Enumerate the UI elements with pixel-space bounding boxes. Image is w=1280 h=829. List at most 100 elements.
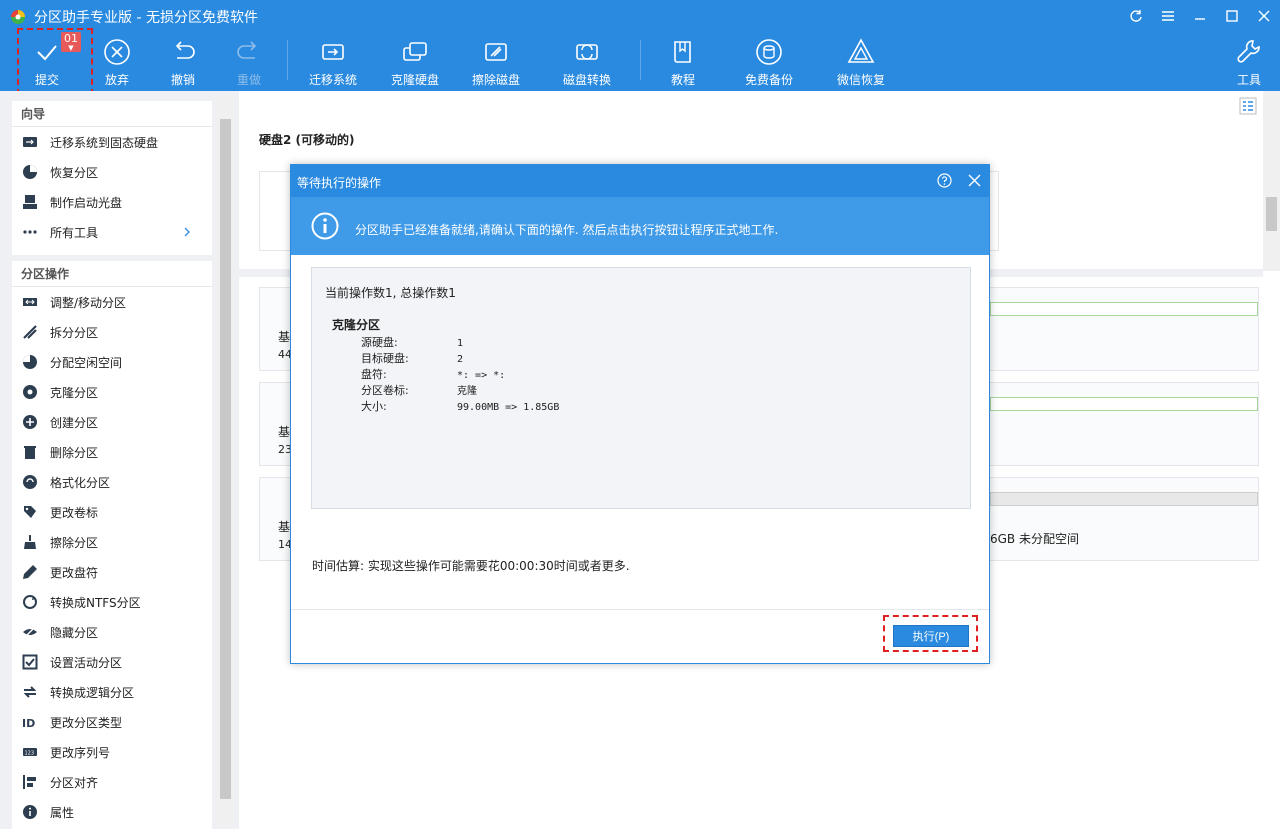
- redo-button[interactable]: 重做: [232, 32, 266, 91]
- unallocated-bar[interactable]: [990, 492, 1258, 506]
- sidebar-item-wipe-partition[interactable]: 擦除分区: [12, 527, 212, 557]
- sidebar-item-create-partition[interactable]: 创建分区: [12, 407, 212, 437]
- sidebar-item-delete-partition[interactable]: 删除分区: [12, 437, 212, 467]
- time-estimate: 时间估算: 实现这些操作可能需要花00:00:30时间或者更多.: [312, 559, 630, 573]
- unallocated-label: 6GB 未分配空间: [990, 532, 1079, 546]
- migrate-os-icon: [322, 44, 344, 60]
- delete-partition-icon: [24, 446, 36, 459]
- sidebar-item-align[interactable]: 分区对齐: [12, 767, 212, 797]
- sidebar-item-resize[interactable]: 调整/移动分区: [12, 287, 212, 317]
- migrate-ssd-icon: [23, 137, 37, 147]
- bootable-media-icon: [23, 195, 37, 209]
- minimize-button[interactable]: [1184, 0, 1216, 32]
- wipe-partition-icon: [24, 535, 36, 549]
- hide-icon: [23, 625, 37, 639]
- migrate-os-button[interactable]: 迁移系统: [306, 32, 360, 91]
- wipe-disk-icon: [485, 43, 507, 61]
- sidebar-item-serial-number[interactable]: 123 更改序列号: [12, 737, 212, 767]
- main-scrollbar-thumb[interactable]: [1266, 197, 1277, 231]
- sidebar-item-all-tools[interactable]: 所有工具: [12, 217, 212, 247]
- operation-detail-row: 目标硬盘: 2: [361, 352, 464, 365]
- discard-button[interactable]: 放弃: [100, 32, 134, 91]
- tools-button[interactable]: 工具: [1234, 32, 1264, 91]
- sidebar-item-recover-partition[interactable]: 恢复分区: [12, 157, 212, 187]
- allocate-icon: [23, 355, 37, 369]
- operation-title: 克隆分区: [332, 318, 381, 332]
- partition-bar[interactable]: [990, 302, 1258, 316]
- window-controls: [1120, 0, 1280, 32]
- sidebar-item-convert-ntfs[interactable]: 转换成NTFS分区: [12, 587, 212, 617]
- refresh-icon: [1130, 10, 1142, 22]
- backup-icon: [756, 39, 782, 65]
- drive-letter-icon: [23, 565, 37, 579]
- operation-detail-row: 分区卷标: 克隆: [361, 384, 477, 397]
- undo-button[interactable]: 撤销: [166, 32, 200, 91]
- create-partition-icon: [23, 415, 37, 429]
- help-icon[interactable]: [937, 173, 952, 188]
- sidebar-item-migrate-ssd[interactable]: 迁移系统到固态硬盘: [12, 127, 212, 157]
- clone-partition-icon: [23, 385, 37, 399]
- maximize-button[interactable]: [1216, 0, 1248, 32]
- undo-icon: [175, 41, 195, 59]
- dialog-close-icon[interactable]: [967, 173, 982, 188]
- set-active-icon: [22, 654, 38, 670]
- sidebar-item-properties[interactable]: 属性: [12, 797, 212, 827]
- sidebar-item-set-active[interactable]: 设置活动分区: [12, 647, 212, 677]
- svg-text:123: 123: [25, 751, 35, 757]
- main-scrollbar[interactable]: [1263, 91, 1280, 271]
- sidebar-item-allocate[interactable]: 分配空闲空间: [12, 347, 212, 377]
- disk-convert-icon: [576, 44, 598, 60]
- info-icon: [23, 805, 37, 819]
- redo-icon: [237, 41, 257, 59]
- operations-list: 当前操作数1, 总操作数1 克隆分区 源硬盘: 1 目标硬盘: 2 盘符: *: =>…: [311, 267, 971, 509]
- recovery-logo-icon: [847, 38, 875, 63]
- partition-bar[interactable]: [990, 397, 1258, 411]
- wechat-recovery-button[interactable]: 微信恢复: [834, 32, 888, 91]
- ops-heading: 分区操作: [12, 261, 212, 287]
- minimize-icon: [1195, 18, 1205, 20]
- close-window-button[interactable]: [1248, 0, 1280, 32]
- hamburger-icon: [1162, 11, 1174, 21]
- refresh-button[interactable]: [1120, 0, 1152, 32]
- split-icon: [23, 325, 37, 339]
- title-bar: 分区助手专业版 - 无损分区免费软件: [0, 0, 1280, 32]
- submit-highlight: [17, 28, 93, 95]
- label-icon: [24, 506, 36, 518]
- execute-highlight: [883, 615, 978, 652]
- toolbar: 提交 放弃 撤销 重做 迁移系统 克隆硬盘 擦除磁盘 磁盘转换 教程 免费备份 …: [0, 32, 1280, 91]
- align-icon: [23, 775, 36, 789]
- sidebar-item-partition-type[interactable]: ID 更改分区类型: [12, 707, 212, 737]
- dialog-info-message: 分区助手已经准备就绪,请确认下面的操作. 然后点击执行按钮让程序正式地工作.: [355, 223, 779, 237]
- wizard-panel: 向导 迁移系统到固态硬盘 恢复分区 制作启动光盘 所有工具: [12, 101, 212, 255]
- sidebar-item-convert-logical[interactable]: 转换成逻辑分区: [12, 677, 212, 707]
- tutorial-button[interactable]: 教程: [666, 32, 700, 91]
- layout-toggle-icon[interactable]: [1239, 97, 1257, 115]
- book-icon: [674, 41, 691, 63]
- wrench-icon: [1237, 40, 1260, 63]
- sidebar-item-change-drive-letter[interactable]: 更改盘符: [12, 557, 212, 587]
- menu-button[interactable]: [1152, 0, 1184, 32]
- sidebar-item-change-label[interactable]: 更改卷标: [12, 497, 212, 527]
- app-logo-icon: [11, 10, 25, 24]
- svg-text:ID: ID: [22, 717, 35, 730]
- dialog-title: 等待执行的操作: [297, 176, 382, 190]
- wizard-heading: 向导: [12, 101, 212, 127]
- format-icon: [23, 475, 37, 489]
- sidebar-item-bootable-media[interactable]: 制作启动光盘: [12, 187, 212, 217]
- resize-icon: [23, 298, 37, 306]
- sidebar-item-clone-partition[interactable]: 克隆分区: [12, 377, 212, 407]
- sidebar-item-split[interactable]: 拆分分区: [12, 317, 212, 347]
- clone-disk-icon: [403, 42, 427, 61]
- sidebar-scrollbar[interactable]: [217, 95, 234, 825]
- operation-detail-row: 源硬盘: 1: [361, 336, 464, 349]
- wipe-disk-button[interactable]: 擦除磁盘: [469, 32, 523, 91]
- sidebar-item-format[interactable]: 格式化分区: [12, 467, 212, 497]
- clone-disk-button[interactable]: 克隆硬盘: [388, 32, 442, 91]
- cancel-circle-icon: [104, 39, 130, 65]
- operation-count: 当前操作数1, 总操作数1: [325, 286, 456, 300]
- free-backup-button[interactable]: 免费备份: [742, 32, 796, 91]
- sidebar-scrollbar-thumb[interactable]: [220, 119, 231, 799]
- disk-convert-button[interactable]: 磁盘转换: [560, 32, 614, 91]
- dialog-header: 等待执行的操作: [291, 165, 989, 197]
- sidebar-item-hide[interactable]: 隐藏分区: [12, 617, 212, 647]
